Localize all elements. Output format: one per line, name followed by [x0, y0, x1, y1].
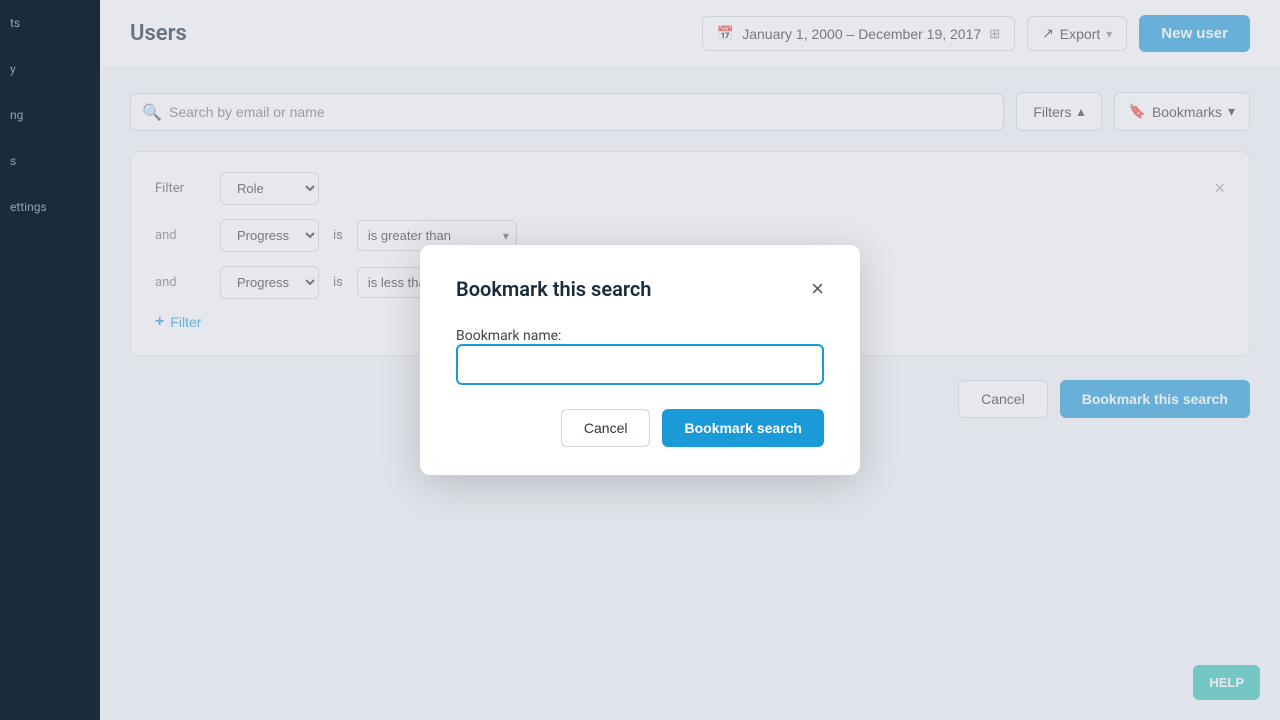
sidebar-item-y[interactable]: y [0, 46, 100, 92]
sidebar: ts y ng s ettings [0, 0, 100, 720]
bookmark-name-label: Bookmark name: [456, 328, 561, 344]
bookmark-modal: Bookmark this search × Bookmark name: Ca… [420, 245, 860, 475]
sidebar-item-settings[interactable]: ettings [0, 184, 100, 230]
modal-cancel-button[interactable]: Cancel [561, 409, 651, 447]
sidebar-item-ng[interactable]: ng [0, 92, 100, 138]
modal-bookmark-search-button[interactable]: Bookmark search [662, 409, 824, 447]
modal-close-button[interactable]: × [811, 278, 824, 300]
sidebar-item-ts[interactable]: ts [0, 0, 100, 46]
modal-header: Bookmark this search × [456, 277, 824, 301]
sidebar-item-s[interactable]: s [0, 138, 100, 184]
modal-title: Bookmark this search [456, 277, 651, 301]
modal-actions: Cancel Bookmark search [456, 409, 824, 447]
bookmark-name-input[interactable] [456, 344, 824, 385]
